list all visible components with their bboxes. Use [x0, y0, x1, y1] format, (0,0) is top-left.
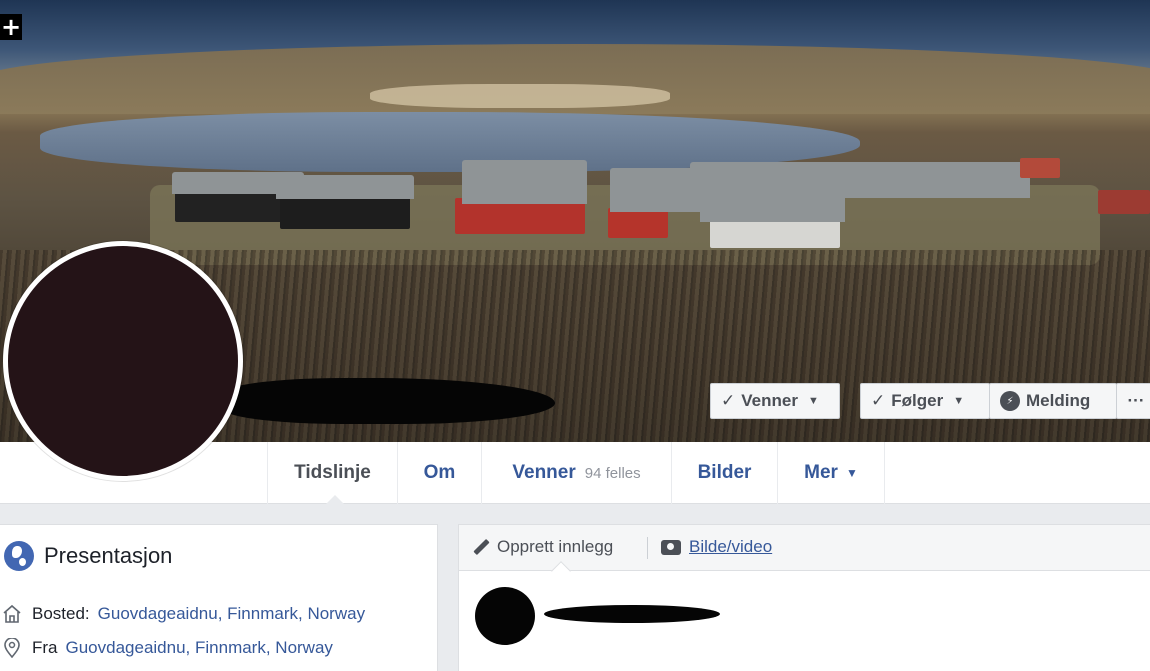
messenger-icon: ⚡: [1000, 391, 1020, 411]
cover-roof: [690, 162, 1030, 198]
cover-building: [608, 208, 668, 238]
mutual-friends-count: 94 felles: [584, 464, 641, 482]
following-button[interactable]: ✓ Følger ▼: [860, 383, 990, 419]
intro-card: Presentasjon Bosted: Guovdageaidnu, Finn…: [0, 524, 438, 671]
redacted-composer-avatar: [475, 587, 535, 645]
caret-down-icon: ▼: [807, 395, 819, 407]
intro-from: Fra Guovdageaidnu, Finnmark, Norway: [0, 637, 333, 659]
intro-title: Presentasjon: [44, 543, 173, 568]
intro-header: Presentasjon: [4, 541, 172, 571]
caret-down-icon: ▼: [953, 395, 965, 407]
more-actions-icon: ···: [1127, 391, 1145, 410]
cover-building: [710, 220, 840, 248]
tab-label: Venner: [512, 462, 576, 483]
following-button-label: Følger: [891, 391, 944, 410]
profile-picture[interactable]: [3, 241, 243, 481]
check-icon: ✓: [871, 391, 886, 411]
create-post-label: Opprett innlegg: [497, 537, 614, 556]
add-cover-icon[interactable]: +: [0, 14, 22, 40]
cover-building: [1098, 190, 1150, 214]
more-actions-button[interactable]: ···: [1116, 383, 1150, 419]
redacted-composer-name: [544, 605, 720, 623]
message-button[interactable]: ⚡ Melding: [989, 383, 1117, 419]
from-label: Fra: [32, 638, 58, 657]
cover-building: [280, 195, 410, 229]
friends-button[interactable]: ✓ Venner ▼: [710, 383, 840, 419]
caret-down-icon: ▼: [845, 466, 858, 480]
tab-venner[interactable]: Venner 94 felles: [481, 442, 671, 504]
photo-video-button[interactable]: Bilde/video: [661, 537, 772, 557]
pencil-icon: [473, 539, 489, 555]
tab-label: Tidslinje: [294, 462, 371, 483]
tab-om[interactable]: Om: [397, 442, 481, 504]
location-pin-icon: [0, 637, 24, 659]
toolbar-divider: [647, 537, 648, 559]
cover-sand: [370, 84, 670, 108]
friends-button-label: Venner: [741, 391, 798, 410]
active-tab-pointer: [326, 495, 344, 504]
lives-in-link[interactable]: Guovdageaidnu, Finnmark, Norway: [98, 604, 365, 624]
tab-bilder[interactable]: Bilder: [671, 442, 777, 504]
intro-lives-in: Bosted: Guovdageaidnu, Finnmark, Norway: [0, 603, 365, 625]
create-post-button[interactable]: Opprett innlegg: [473, 537, 613, 557]
lives-in-label: Bosted:: [32, 604, 90, 623]
camera-icon: [661, 539, 681, 555]
house-icon: [0, 603, 24, 625]
tab-label: Mer: [804, 462, 838, 483]
message-button-label: Melding: [1026, 391, 1091, 410]
from-link[interactable]: Guovdageaidnu, Finnmark, Norway: [66, 638, 333, 658]
post-composer: Opprett innlegg Bilde/video: [458, 524, 1150, 671]
check-icon: ✓: [721, 391, 736, 411]
tab-label: Bilder: [697, 462, 752, 483]
photo-video-label: Bilde/video: [689, 537, 773, 556]
redacted-name: [220, 378, 555, 424]
cover-roof: [462, 160, 587, 204]
cover-building: [1020, 158, 1060, 178]
globe-icon: [4, 541, 34, 571]
cover-roof: [276, 175, 414, 199]
tab-mer[interactable]: Mer ▼: [777, 442, 885, 504]
tab-label: Om: [423, 462, 456, 483]
